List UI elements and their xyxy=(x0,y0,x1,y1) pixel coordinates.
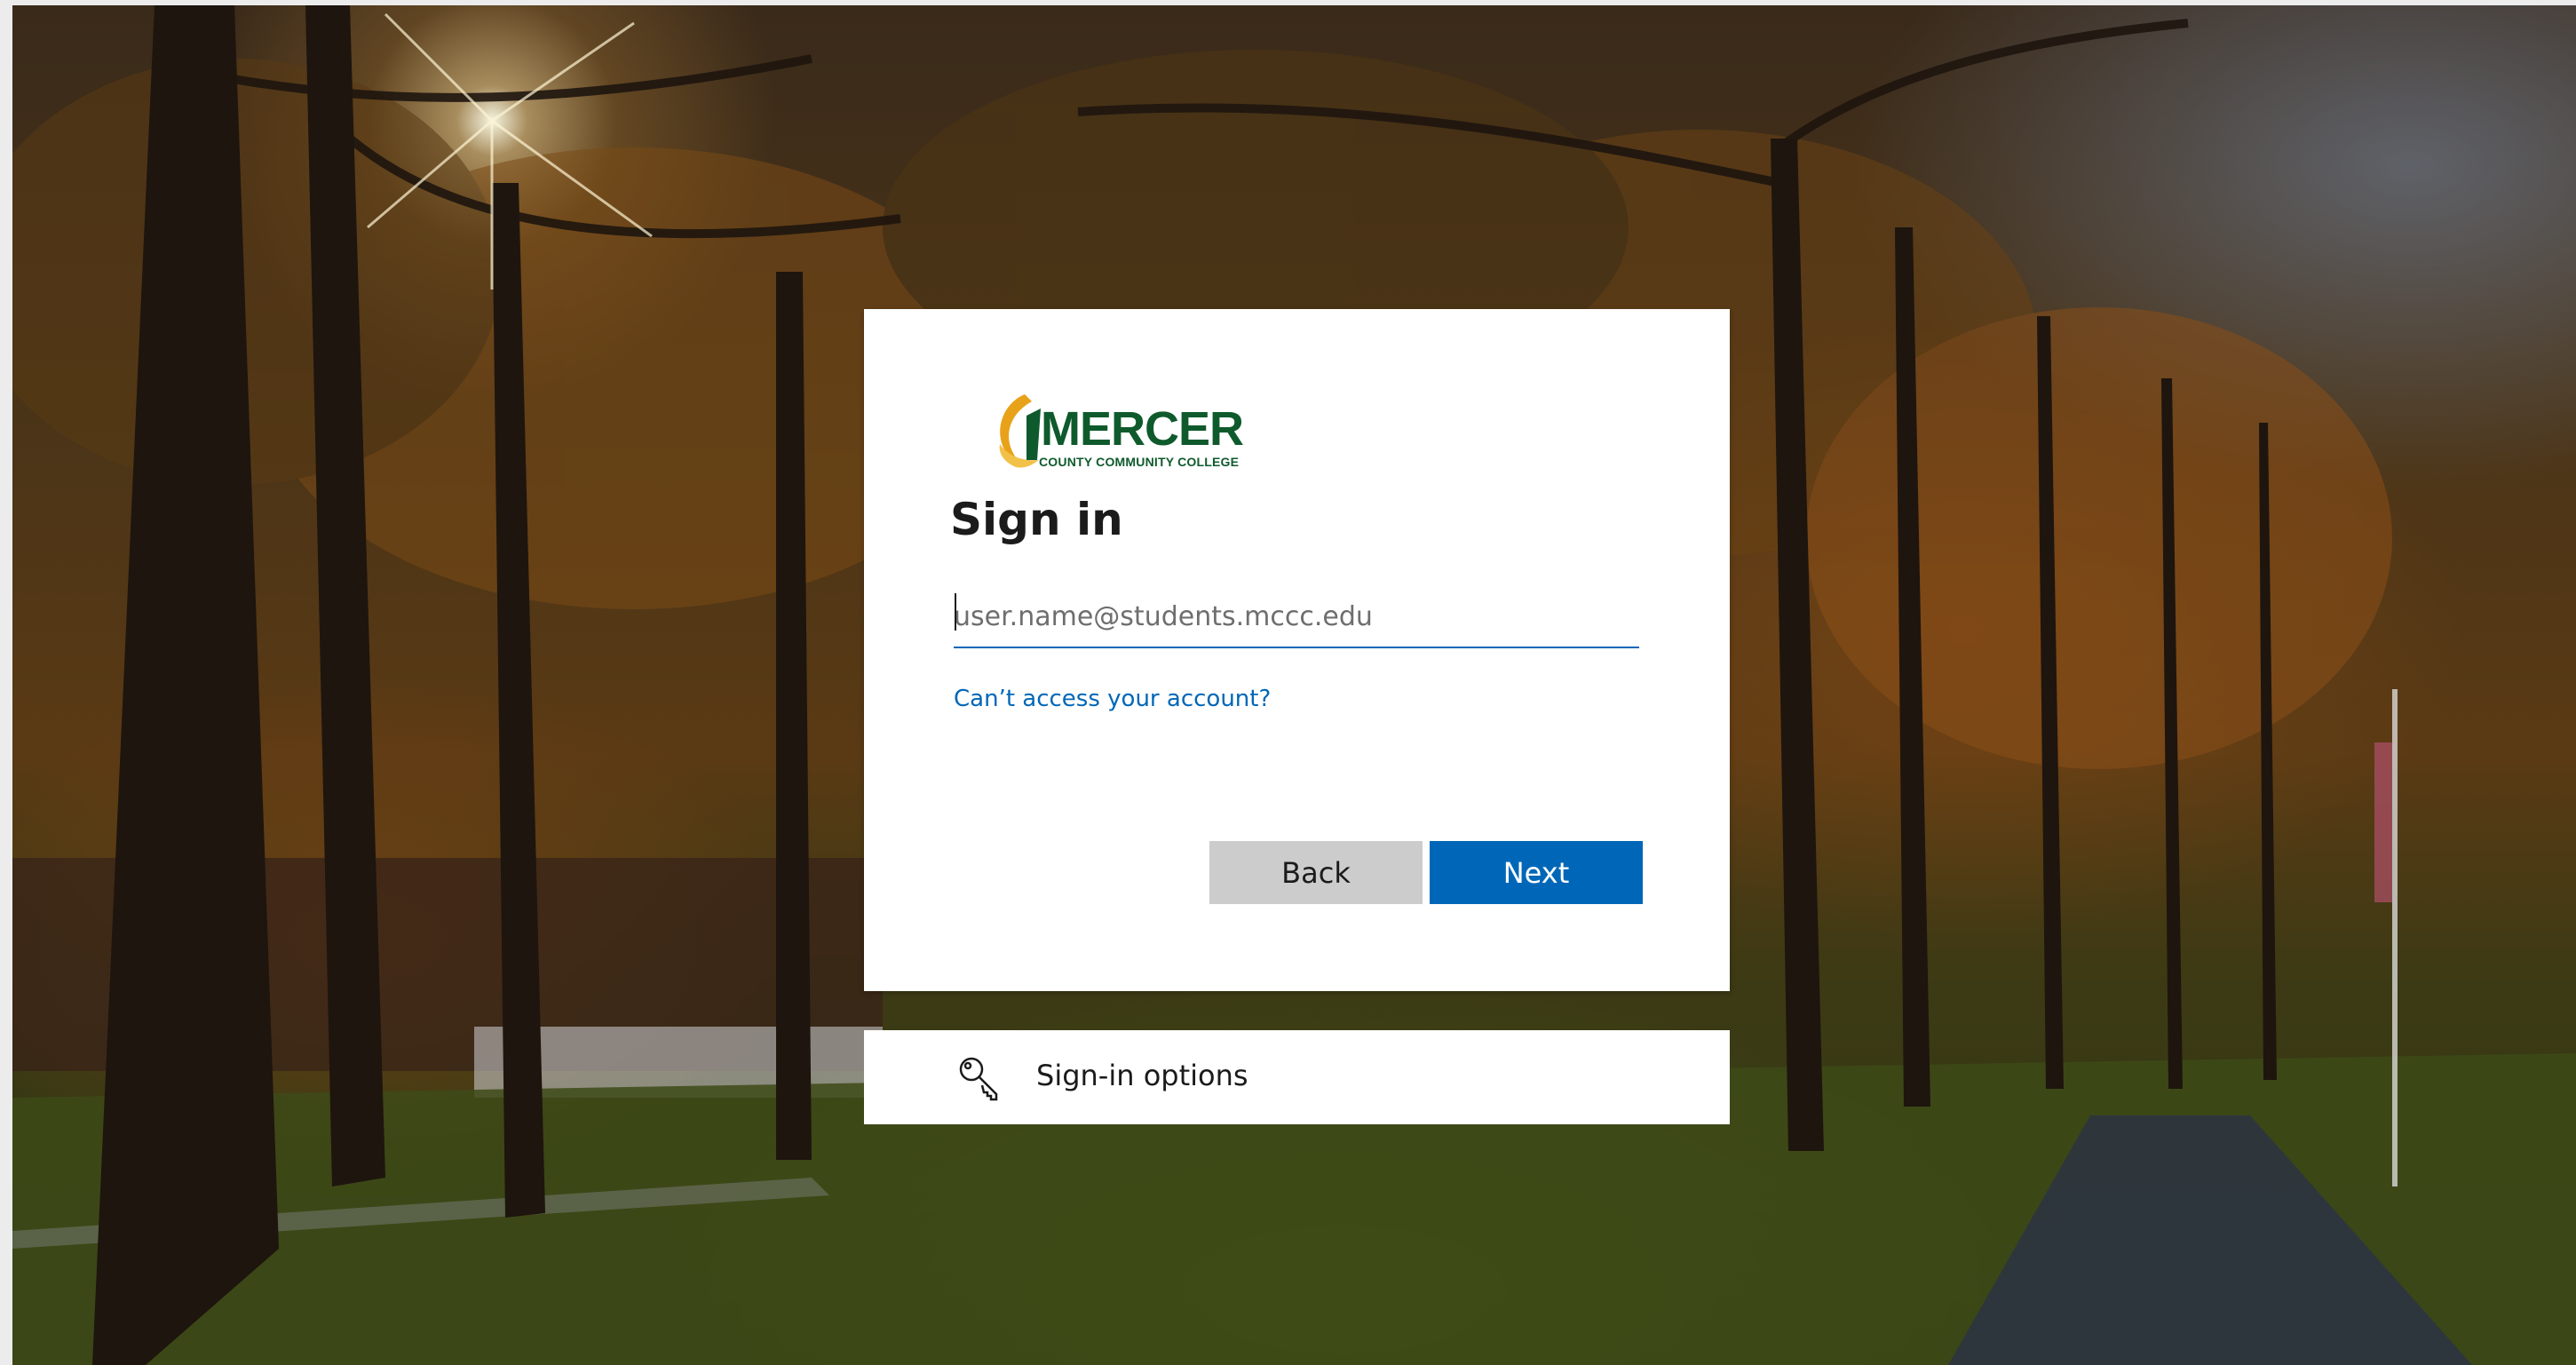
back-button[interactable]: Back xyxy=(1209,841,1423,904)
mercer-logo: MERCER COUNTY COMMUNITY COLLEGE xyxy=(986,391,1252,472)
text-cursor xyxy=(955,593,956,631)
signin-options-label: Sign-in options xyxy=(1036,1059,1248,1092)
logo-tagline: COUNTY COMMUNITY COLLEGE xyxy=(1039,455,1240,469)
email-input[interactable] xyxy=(954,586,1639,648)
key-icon xyxy=(959,1057,998,1101)
page-title: Sign in xyxy=(950,494,1123,545)
cant-access-account-link[interactable]: Can’t access your account? xyxy=(954,686,1271,712)
logo-wordmark: MERCER xyxy=(1041,402,1244,456)
next-button[interactable]: Next xyxy=(1430,841,1643,904)
signin-options-button[interactable]: Sign-in options xyxy=(864,1030,1730,1124)
